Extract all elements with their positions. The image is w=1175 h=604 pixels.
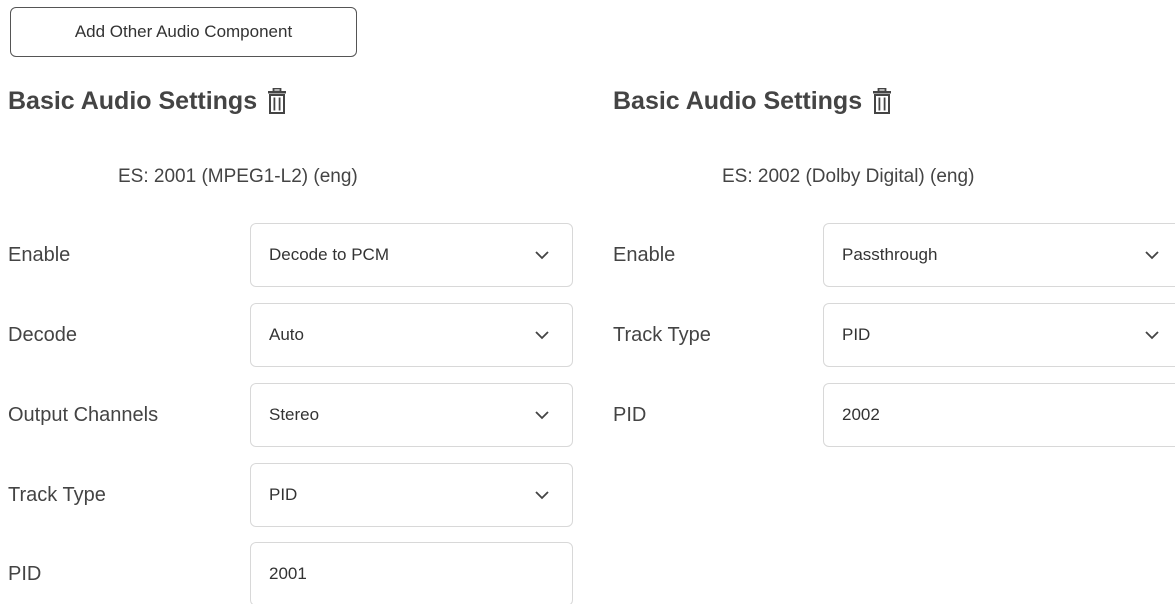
enable-select[interactable]: Passthrough [823, 223, 1175, 287]
pid-input-value: 2001 [269, 564, 307, 583]
audio-settings-page: Add Other Audio Component Basic Audio Se… [0, 0, 1175, 604]
enable-label: Enable [613, 243, 676, 266]
trash-icon[interactable] [265, 86, 289, 116]
enable-label: Enable [8, 243, 71, 266]
row-output-channels: Output Channels Stereo [0, 383, 590, 447]
row-track-type: Track Type PID [605, 303, 1175, 367]
output-channels-select-value: Stereo [269, 405, 320, 424]
track-type-select-value: PID [842, 325, 871, 344]
row-pid: PID 2002 [605, 383, 1175, 447]
enable-select[interactable]: Decode to PCM [250, 223, 573, 287]
chevron-down-icon [1144, 330, 1160, 340]
track-type-label: Track Type [613, 323, 711, 346]
row-enable: Enable Passthrough [605, 223, 1175, 287]
panel-title: Basic Audio Settings [613, 86, 894, 116]
row-track-type: Track Type PID [0, 463, 590, 527]
decode-select[interactable]: Auto [250, 303, 573, 367]
pid-input[interactable]: 2001 [250, 542, 573, 604]
pid-input[interactable]: 2002 [823, 383, 1175, 447]
track-type-label: Track Type [8, 483, 106, 506]
panel-title-text: Basic Audio Settings [8, 86, 258, 115]
row-pid: PID 2001 [0, 542, 590, 604]
track-type-select[interactable]: PID [250, 463, 573, 527]
es-label: ES: 2001 (MPEG1-L2) (eng) [118, 166, 358, 187]
pid-label: PID [613, 403, 647, 426]
trash-icon[interactable] [870, 86, 894, 116]
enable-select-value: Decode to PCM [269, 245, 389, 264]
enable-select-value: Passthrough [842, 245, 938, 264]
row-enable: Enable Decode to PCM [0, 223, 590, 287]
audio-panel-1: Basic Audio Settings ES: 2001 (MPEG1-L2)… [0, 0, 590, 604]
panel-title-text: Basic Audio Settings [613, 86, 863, 115]
chevron-down-icon [534, 330, 550, 340]
decode-select-value: Auto [269, 325, 304, 344]
track-type-select[interactable]: PID [823, 303, 1175, 367]
es-label: ES: 2002 (Dolby Digital) (eng) [722, 166, 975, 187]
chevron-down-icon [534, 410, 550, 420]
track-type-select-value: PID [269, 485, 298, 504]
chevron-down-icon [534, 490, 550, 500]
chevron-down-icon [1144, 250, 1160, 260]
output-channels-label: Output Channels [8, 403, 159, 426]
pid-label: PID [8, 562, 42, 585]
row-decode: Decode Auto [0, 303, 590, 367]
audio-panel-2: Basic Audio Settings ES: 2002 (Dolby Dig… [605, 0, 1175, 604]
panel-title: Basic Audio Settings [8, 86, 289, 116]
decode-label: Decode [8, 323, 77, 346]
output-channels-select[interactable]: Stereo [250, 383, 573, 447]
pid-input-value: 2002 [842, 405, 880, 424]
chevron-down-icon [534, 250, 550, 260]
